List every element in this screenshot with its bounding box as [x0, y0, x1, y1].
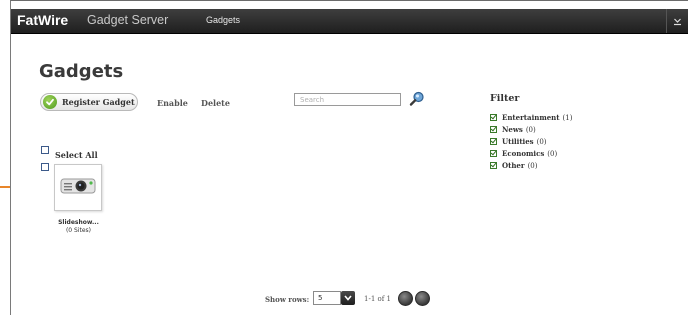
- filter-checkbox[interactable]: [490, 126, 497, 133]
- enable-button[interactable]: Enable: [157, 98, 188, 108]
- nav-item-gadgets[interactable]: Gadgets: [206, 15, 240, 25]
- chevron-down-icon[interactable]: [666, 9, 688, 33]
- filter-news[interactable]: News (0): [490, 125, 536, 134]
- delete-button[interactable]: Delete: [201, 98, 230, 108]
- show-rows-label: Show rows:: [265, 295, 310, 304]
- top-bar: FatWire Gadget Server Gadgets: [11, 9, 688, 34]
- rows-per-page-select[interactable]: 5: [313, 291, 355, 305]
- previous-page-button[interactable]: [398, 291, 413, 306]
- next-page-button[interactable]: [415, 291, 430, 306]
- rows-value[interactable]: 5: [313, 291, 341, 305]
- search-input[interactable]: [294, 93, 401, 106]
- filter-other[interactable]: Other (0): [490, 161, 537, 170]
- gadget-checkbox[interactable]: [41, 163, 49, 171]
- page-title: Gadgets: [39, 61, 124, 82]
- filter-economics[interactable]: Economics (0): [490, 149, 557, 158]
- filter-label: News: [502, 125, 523, 134]
- search-icon[interactable]: [409, 91, 425, 107]
- filter-label: Other: [502, 161, 525, 170]
- gadget-tile[interactable]: [54, 164, 102, 211]
- check-circle-icon: [43, 95, 57, 109]
- product-name: Gadget Server: [87, 13, 169, 27]
- filter-heading: Filter: [490, 93, 520, 104]
- filter-utilities[interactable]: Utilities (0): [490, 137, 547, 146]
- select-all-label: Select All: [55, 150, 98, 160]
- filter-checkbox[interactable]: [490, 138, 497, 145]
- filter-count: (0): [547, 149, 558, 158]
- gadget-name[interactable]: Slideshow...: [51, 219, 106, 226]
- chevron-down-icon[interactable]: [341, 291, 355, 305]
- register-gadget-label: Register Gadget: [62, 97, 135, 107]
- gadget-sites: (0 Sites): [65, 227, 92, 234]
- register-gadget-button[interactable]: Register Gadget: [40, 93, 138, 111]
- pagination-range: 1-1 of 1: [364, 295, 391, 303]
- filter-count: (0): [525, 125, 536, 134]
- app-frame: FatWire Gadget Server Gadgets Gadgets Re…: [10, 0, 688, 315]
- filter-checkbox[interactable]: [490, 162, 497, 169]
- projector-icon: [60, 178, 96, 194]
- select-all-checkbox[interactable]: [41, 146, 49, 154]
- filter-count: (1): [562, 113, 573, 122]
- filter-count: (0): [527, 161, 538, 170]
- filter-label: Entertainment: [502, 113, 560, 122]
- filter-label: Economics: [502, 149, 545, 158]
- filter-checkbox[interactable]: [490, 150, 497, 157]
- filter-checkbox[interactable]: [490, 114, 497, 121]
- filter-entertainment[interactable]: Entertainment (1): [490, 113, 572, 122]
- filter-count: (0): [536, 137, 547, 146]
- filter-label: Utilities: [502, 137, 534, 146]
- brand-logo: FatWire: [17, 12, 69, 28]
